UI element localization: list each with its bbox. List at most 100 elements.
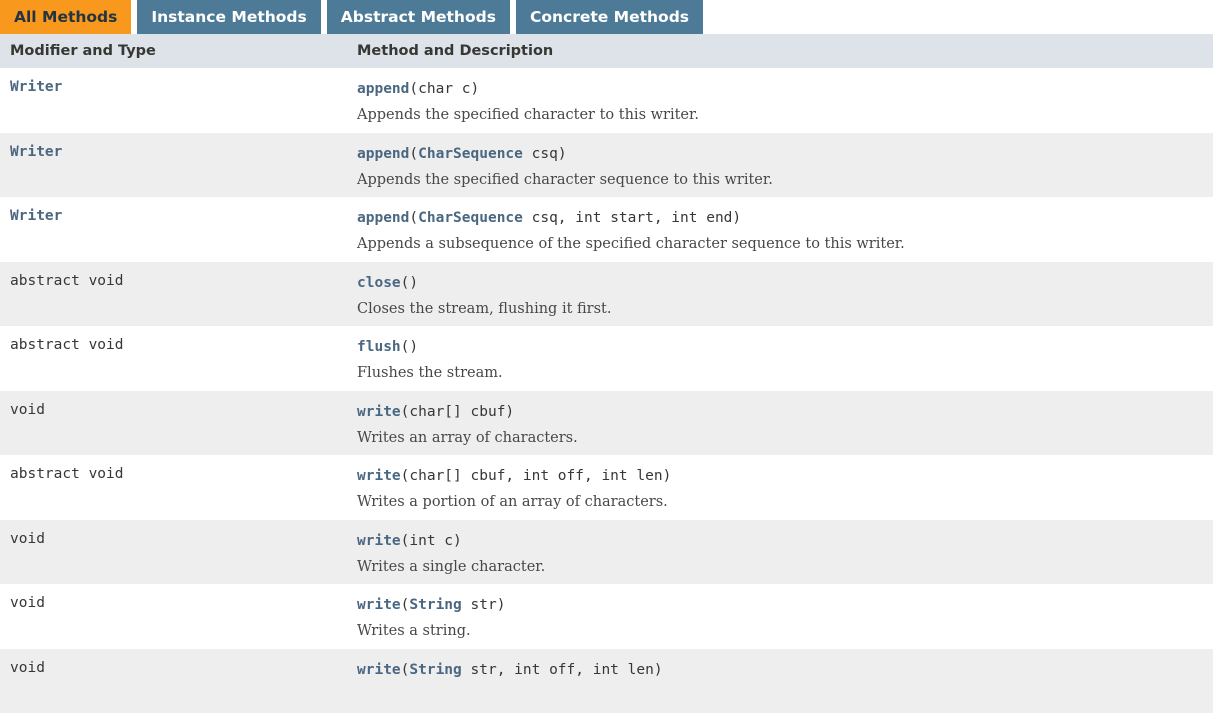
method-and-description-cell: write(char[] cbuf, int off, int len) Writ… — [347, 455, 1213, 520]
method-signature: flush() — [357, 337, 1213, 357]
method-description: Closes the stream, flushing it first. — [357, 299, 1213, 319]
param-text: str, int off, int len — [462, 662, 654, 678]
method-description: Writes a portion of an array of characte… — [357, 492, 1213, 512]
method-name-link[interactable]: flush — [357, 339, 401, 355]
method-name-link[interactable]: write — [357, 468, 401, 484]
method-signature: close() — [357, 273, 1213, 293]
header-modifier-and-type: Modifier and Type — [0, 43, 347, 59]
method-name-link[interactable]: close — [357, 275, 401, 291]
modifier-and-type-cell: Writer — [0, 133, 347, 198]
method-and-description-cell: write(int c)Writes a single character. — [347, 520, 1213, 585]
param-text: csq — [523, 146, 558, 162]
param-text: str — [462, 597, 497, 613]
modifier-and-type-cell: abstract void — [0, 262, 347, 327]
table-row: Writer append(CharSequence csq, int start… — [0, 197, 1213, 262]
table-header: Modifier and Type Method and Description — [0, 34, 1213, 68]
param-type-link[interactable]: String — [409, 662, 461, 678]
table-body: Writer append(char c) Appends the specifie… — [0, 68, 1213, 713]
return-type: void — [10, 531, 45, 547]
param-text: char[] cbuf, int off, int len — [409, 468, 662, 484]
return-type-link[interactable]: Writer — [10, 208, 62, 224]
method-and-description-cell: append(CharSequence csq) Appends the spec… — [347, 133, 1213, 198]
method-description: Appends the specified character to this … — [357, 105, 1213, 125]
table-row: abstract void close() Closes the stream, f… — [0, 262, 1213, 327]
method-and-description-cell: flush() Flushes the stream. — [347, 326, 1213, 391]
method-and-description-cell: write(String str) Writes a string. — [347, 584, 1213, 649]
method-and-description-cell: write(char[] cbuf) Writes an array of cha… — [347, 391, 1213, 456]
method-signature: write(String str, int off, int len) — [357, 660, 1213, 680]
param-type-link[interactable]: String — [409, 597, 461, 613]
paren-close: ) — [453, 533, 462, 549]
method-signature: write(char[] cbuf, int off, int len) — [357, 466, 1213, 486]
table-row: Writer append(CharSequence csq) Appends th… — [0, 133, 1213, 198]
tab-all-methods[interactable]: All Methods — [0, 0, 131, 34]
return-type: void — [10, 595, 45, 611]
param-type-link[interactable]: CharSequence — [418, 146, 523, 162]
param-text: int c — [409, 533, 453, 549]
tab-instance-methods[interactable]: Instance Methods — [137, 0, 320, 34]
modifier-and-type-cell: void — [0, 520, 347, 585]
param-text: char[] cbuf — [409, 404, 505, 420]
table-row: abstract void write(char[] cbuf, int off,… — [0, 455, 1213, 520]
paren-close: ) — [497, 597, 506, 613]
method-name-link[interactable]: append — [357, 210, 409, 226]
method-name-link[interactable]: write — [357, 597, 401, 613]
method-description: Writes a string. — [357, 621, 1213, 641]
header-method-and-description: Method and Description — [347, 43, 1213, 59]
method-name-link[interactable]: write — [357, 662, 401, 678]
return-type: abstract void — [10, 466, 124, 482]
modifier-and-type-cell: Writer — [0, 68, 347, 133]
paren-open: ( — [409, 146, 418, 162]
modifier-and-type-cell: void — [0, 391, 347, 456]
method-description: Flushes the stream. — [357, 363, 1213, 383]
paren-close: ) — [409, 275, 418, 291]
paren-close: ) — [558, 146, 567, 162]
method-name-link[interactable]: write — [357, 533, 401, 549]
return-type: void — [10, 660, 45, 676]
table-row: voidwrite(int c)Writes a single characte… — [0, 520, 1213, 585]
table-row: abstract void flush() Flushes the stream. — [0, 326, 1213, 391]
method-name-link[interactable]: append — [357, 146, 409, 162]
tab-concrete-methods[interactable]: Concrete Methods — [516, 0, 703, 34]
method-description: Appends a subsequence of the specified c… — [357, 234, 1213, 254]
return-type-link[interactable]: Writer — [10, 144, 62, 160]
method-signature: append(CharSequence csq, int start, int … — [357, 208, 1213, 228]
modifier-and-type-cell: abstract void — [0, 326, 347, 391]
method-filter-tabs: All MethodsInstance MethodsAbstract Meth… — [0, 0, 709, 34]
method-description: Appends the specified character sequence… — [357, 170, 1213, 190]
paren-open: ( — [409, 81, 418, 97]
paren-close: ) — [654, 662, 663, 678]
method-signature: append(CharSequence csq) — [357, 144, 1213, 164]
modifier-and-type-cell: void — [0, 649, 347, 713]
method-and-description-cell: append(char c) Appends the specified char… — [347, 68, 1213, 133]
table-row: Writer append(char c) Appends the specifie… — [0, 68, 1213, 133]
method-description: Writes a single character. — [357, 557, 1213, 577]
table-row: void write(char[] cbuf) Writes an array of… — [0, 391, 1213, 456]
method-summary-table: Modifier and Type Method and Description… — [0, 34, 1213, 713]
return-type: abstract void — [10, 273, 124, 289]
modifier-and-type-cell: abstract void — [0, 455, 347, 520]
paren-close: ) — [732, 210, 741, 226]
method-signature: write(char[] cbuf) — [357, 402, 1213, 422]
paren-close: ) — [409, 339, 418, 355]
method-signature: append(char c) — [357, 79, 1213, 99]
method-name-link[interactable]: write — [357, 404, 401, 420]
table-row: void write(String str) Writes a string. — [0, 584, 1213, 649]
method-signature: write(String str) — [357, 595, 1213, 615]
method-and-description-cell: write(String str, int off, int len) — [347, 649, 1213, 713]
return-type-link[interactable]: Writer — [10, 79, 62, 95]
param-text: csq, int start, int end — [523, 210, 733, 226]
param-type-link[interactable]: CharSequence — [418, 210, 523, 226]
method-description: Writes an array of characters. — [357, 428, 1213, 448]
tab-abstract-methods[interactable]: Abstract Methods — [327, 0, 510, 34]
table-row: void write(String str, int off, int len) — [0, 649, 1213, 713]
method-and-description-cell: close() Closes the stream, flushing it fi… — [347, 262, 1213, 327]
return-type: void — [10, 402, 45, 418]
method-and-description-cell: append(CharSequence csq, int start, int … — [347, 197, 1213, 262]
paren-close: ) — [505, 404, 514, 420]
method-name-link[interactable]: append — [357, 81, 409, 97]
paren-close: ) — [471, 81, 480, 97]
return-type: abstract void — [10, 337, 124, 353]
modifier-and-type-cell: Writer — [0, 197, 347, 262]
paren-close: ) — [663, 468, 672, 484]
